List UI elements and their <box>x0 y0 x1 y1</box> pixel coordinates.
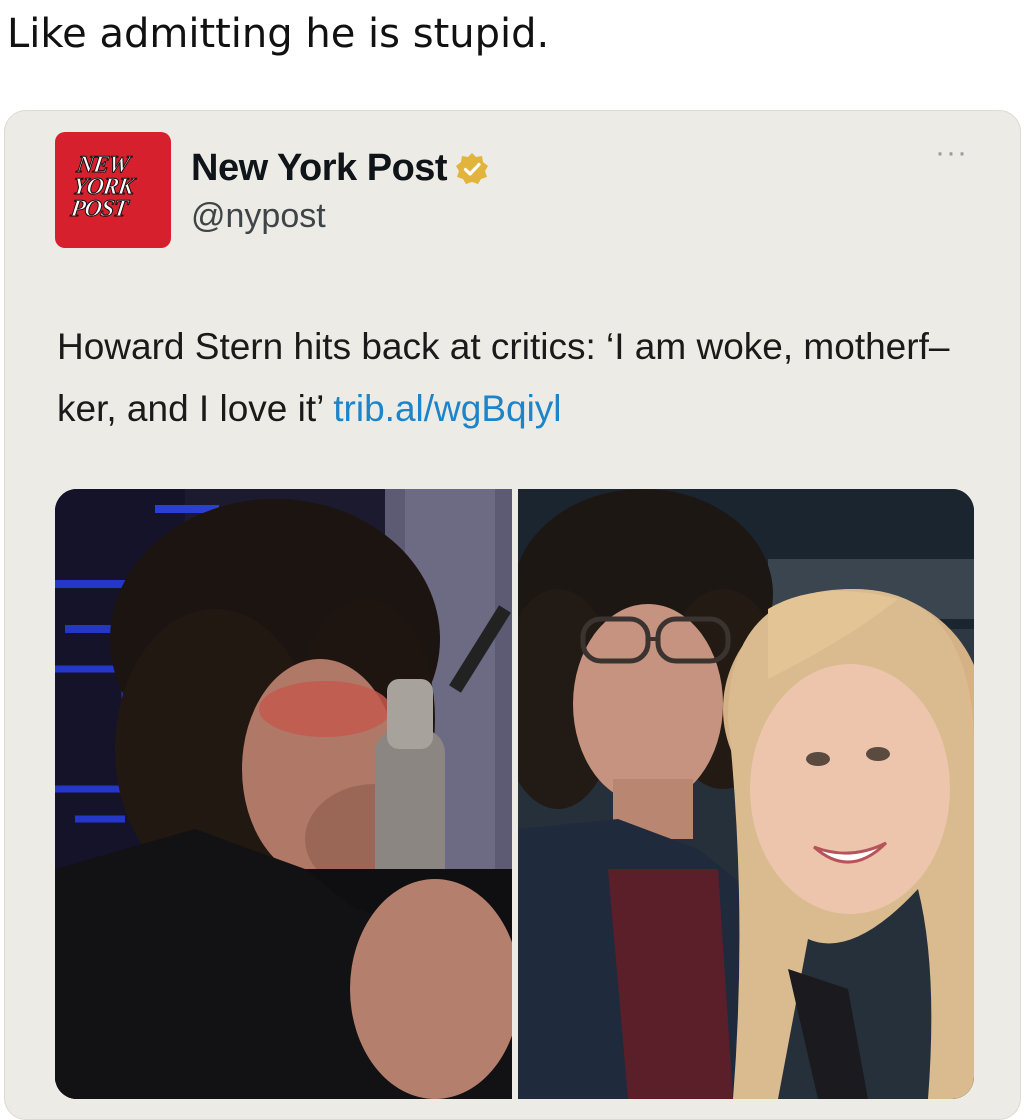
logo-line-1: NEW <box>75 152 131 179</box>
tweet-media[interactable] <box>55 489 974 1099</box>
account-name[interactable]: New York Post <box>191 147 448 190</box>
ellipsis-icon[interactable]: ··· <box>935 138 968 168</box>
logo-line-2: YORK <box>71 174 136 201</box>
tweet-text-block: Howard Stern hits back at critics: ‘I am… <box>57 316 977 440</box>
post-caption: Like admitting he is stupid. <box>7 11 550 57</box>
man-and-woman-photo[interactable] <box>518 489 974 1099</box>
verified-badge-icon <box>455 152 489 186</box>
account-handle[interactable]: @nypost <box>191 197 326 236</box>
logo-line-3: POST <box>69 196 130 223</box>
embedded-tweet-card[interactable]: NEW YORK POST New York Post @nypost ··· … <box>4 110 1021 1120</box>
tweet-link[interactable]: trib.al/wgBqiyl <box>333 388 561 429</box>
man-at-microphone-photo[interactable] <box>55 489 512 1099</box>
account-name-row[interactable]: New York Post <box>191 147 489 190</box>
avatar[interactable]: NEW YORK POST <box>55 132 171 248</box>
